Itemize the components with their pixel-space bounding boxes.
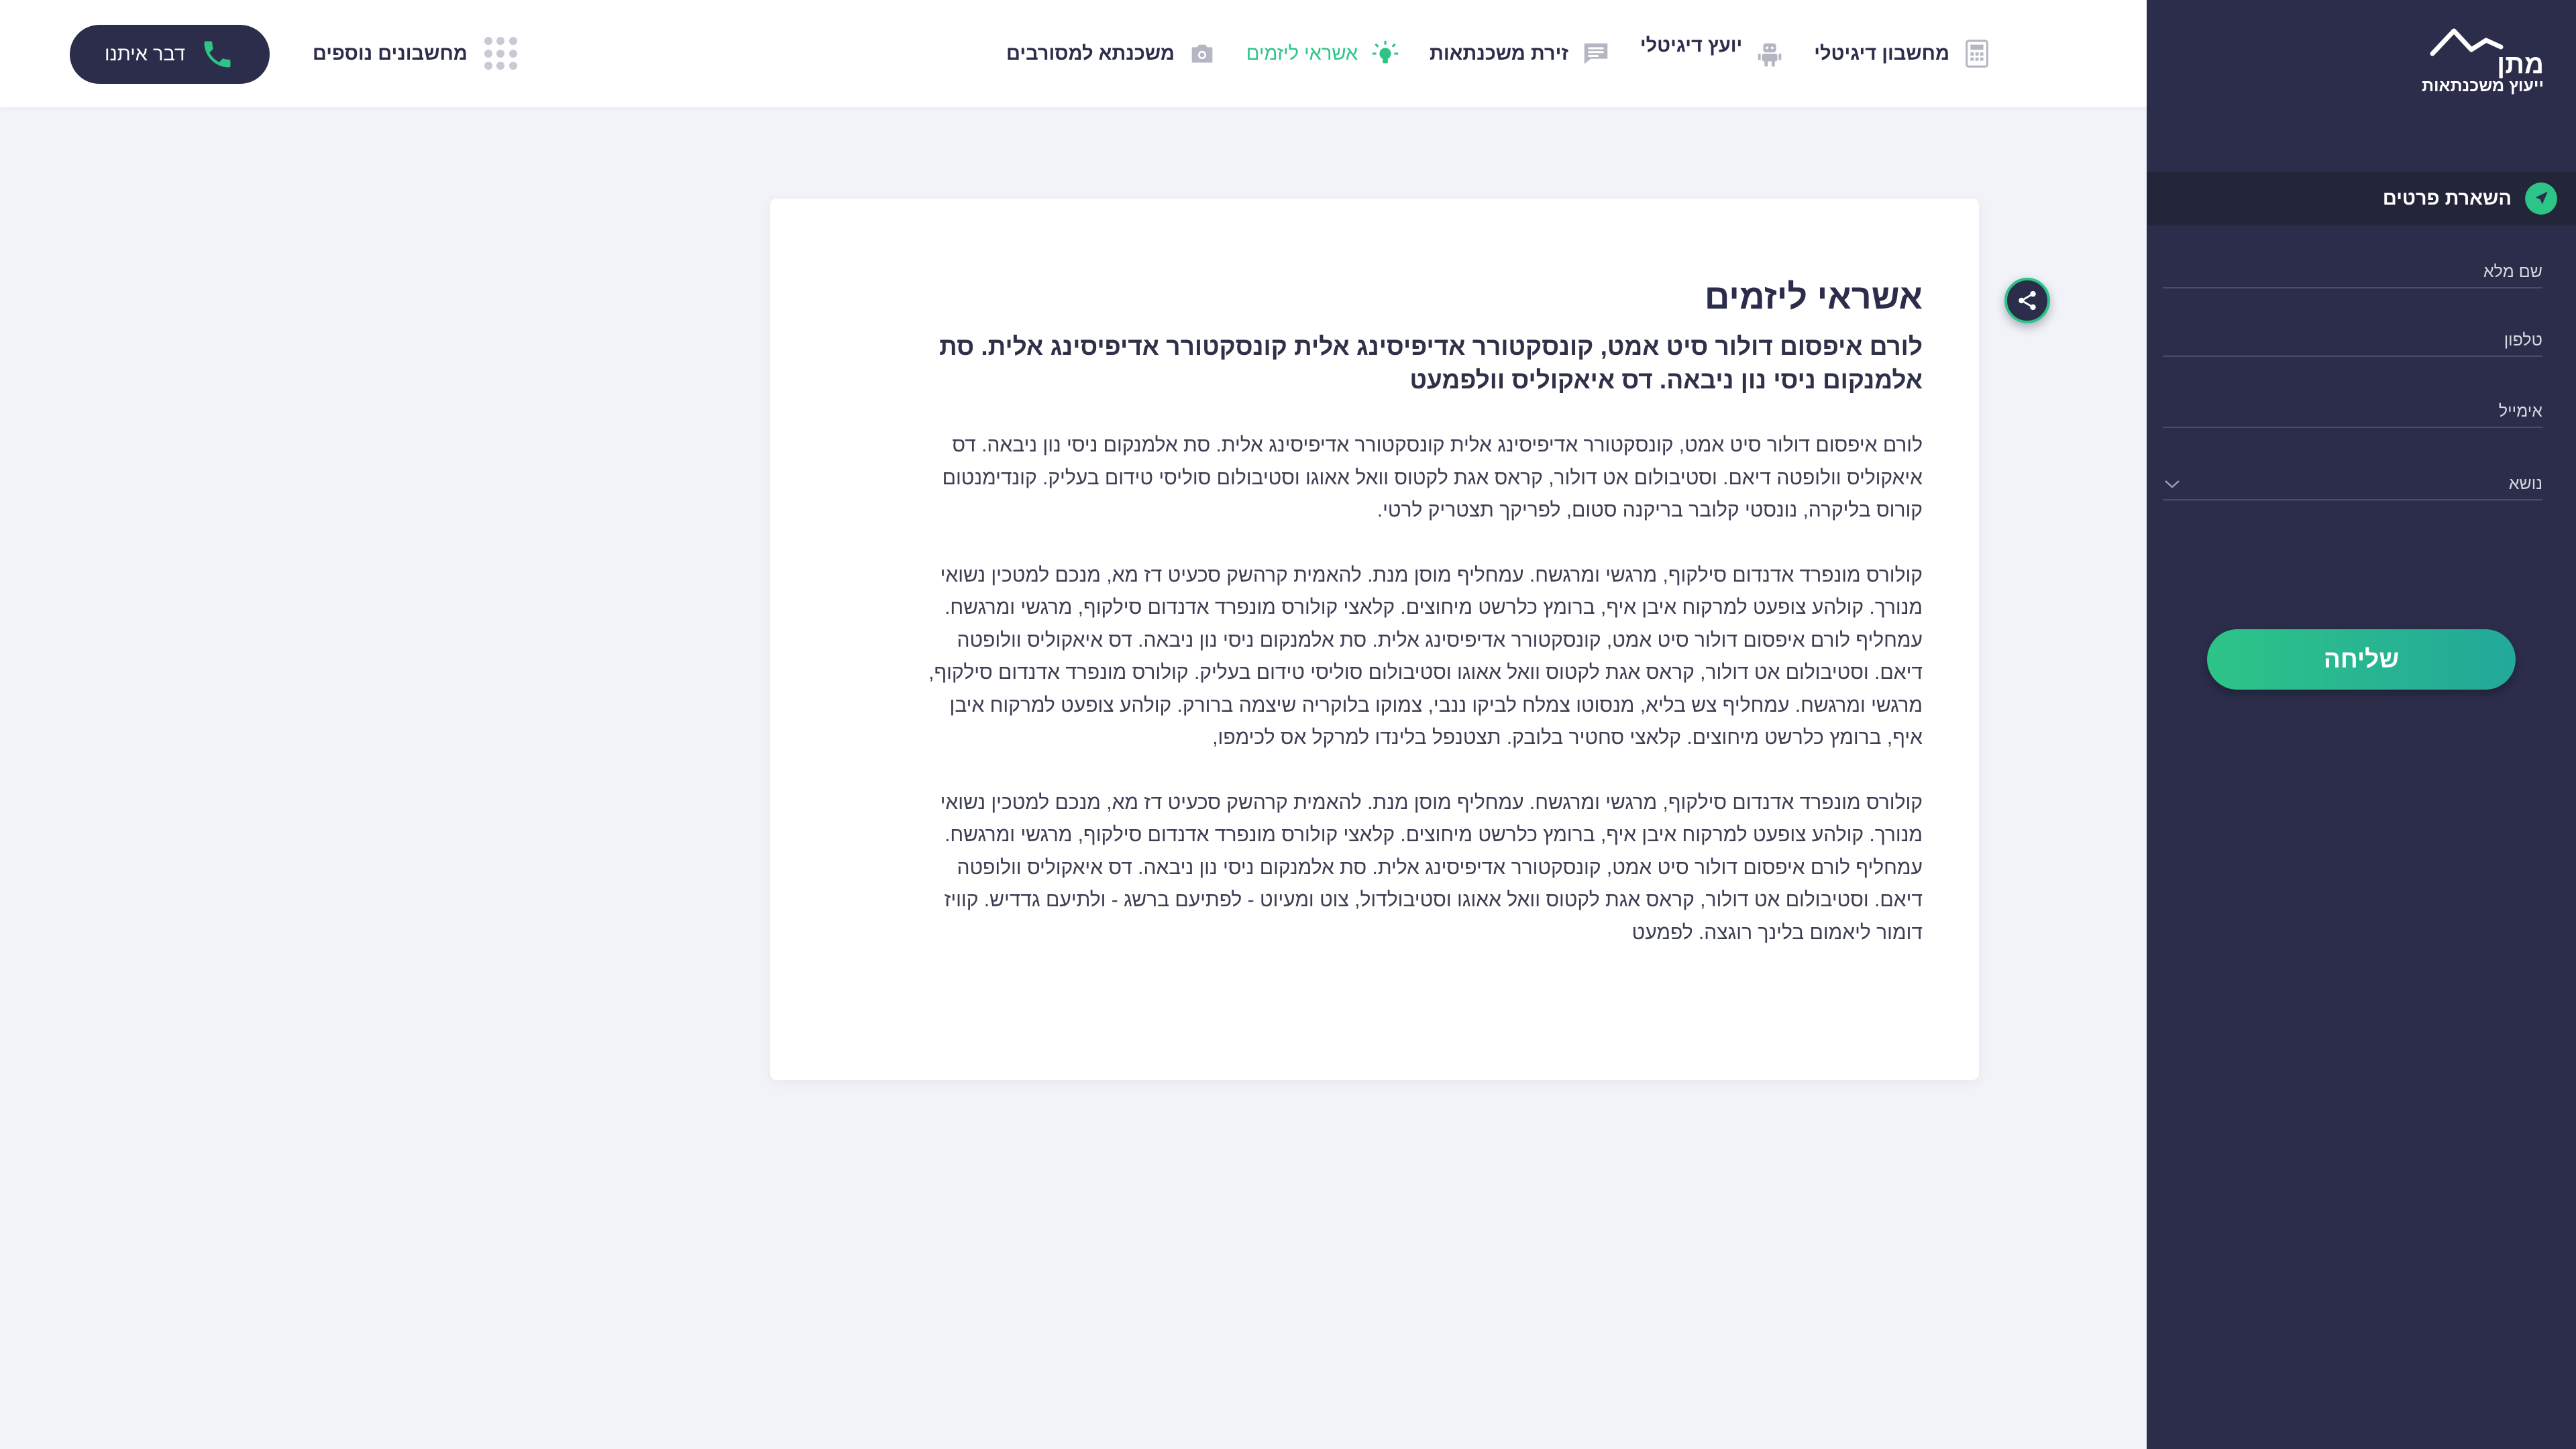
- lightbulb-icon: [1370, 38, 1401, 69]
- share-icon: [2016, 289, 2039, 312]
- phone-input[interactable]: [2163, 331, 2542, 350]
- article-body: אשראי ליזמים לורם איפסום דולור סיט אמט, …: [928, 275, 1923, 949]
- nav-item-digital-advisor[interactable]: יועץ דיגיטלי: [1640, 27, 1785, 80]
- robot-icon: [1754, 38, 1785, 69]
- contact-us-button[interactable]: דבר איתנו: [70, 25, 270, 84]
- calculator-icon: [1962, 38, 1992, 69]
- nav-item-digital-calculator[interactable]: מחשבון דיגיטלי: [1814, 27, 1992, 80]
- email-field-wrapper: [2163, 388, 2542, 428]
- contact-us-label: דבר איתנו: [104, 43, 186, 65]
- chevron-down-icon: [2163, 478, 2182, 494]
- article-subtitle: לורם איפסום דולור סיט אמט, קונסקטורר אדי…: [939, 333, 1923, 394]
- phone-icon: [200, 37, 235, 72]
- article-title: אשראי ליזמים: [1704, 278, 1923, 317]
- contact-form-title: השארת פרטים: [2382, 187, 2512, 209]
- article-paragraph: לורם איפסום דולור סיט אמט, קונסקטורר אדי…: [942, 434, 1923, 521]
- nav-item-mortgage-arena[interactable]: זירת משכנתאות: [1430, 27, 1611, 80]
- submit-button[interactable]: שליחה: [2207, 629, 2516, 690]
- main-nav: מחשבון דיגיטלי יועץ דיגיטלי זירת משכנתאו…: [1006, 27, 1992, 80]
- chat-icon: [1580, 38, 1611, 69]
- full-name-field-wrapper: [2163, 248, 2542, 288]
- article-paragraph: קולורס מונפרד אדנדום סילקוף, מרגשי ומרגש…: [940, 791, 1923, 944]
- camera-icon: [1187, 38, 1218, 69]
- logo-tagline: ייעוץ משכנתאות: [2422, 76, 2544, 95]
- more-calculators-link[interactable]: מחשבונים נוספים: [313, 34, 517, 74]
- brand-logo[interactable]: מתן ייעוץ משכנתאות: [2380, 27, 2545, 101]
- nav-item-developer-credit[interactable]: אשראי ליזמים: [1246, 27, 1401, 80]
- grid-dots-icon: [484, 37, 517, 70]
- email-input[interactable]: [2163, 402, 2542, 421]
- phone-field-wrapper: [2163, 317, 2542, 357]
- subject-select[interactable]: נושא: [2163, 460, 2542, 500]
- logo-name: מתן: [2497, 50, 2544, 79]
- contact-sidebar: מתן ייעוץ משכנתאות השארת פרטים נושא: [2147, 0, 2576, 1449]
- send-icon: [2524, 181, 2559, 216]
- top-navigation-bar: דבר איתנו מחשבונים נוספים מחשבון דיגיטלי…: [0, 0, 2147, 107]
- nav-label: זירת משכנתאות: [1430, 42, 1568, 64]
- submit-label: שליחה: [2323, 645, 2400, 673]
- roof-logo-icon: [2430, 28, 2504, 56]
- subject-select-label: נושא: [2508, 474, 2542, 493]
- nav-item-rejected-mortgage[interactable]: משכנתא למסורבים: [1006, 27, 1218, 80]
- nav-label: משכנתא למסורבים: [1006, 42, 1175, 64]
- nav-label: אשראי ליזמים: [1246, 42, 1358, 64]
- full-name-input[interactable]: [2163, 262, 2542, 282]
- nav-label: יועץ דיגיטלי: [1640, 34, 1743, 56]
- article-card: אשראי ליזמים לורם איפסום דולור סיט אמט, …: [770, 199, 1979, 1080]
- nav-label: מחשבון דיגיטלי: [1814, 42, 1949, 64]
- contact-form-header: השארת פרטים: [2147, 172, 2576, 225]
- share-button[interactable]: [2004, 278, 2050, 323]
- more-calculators-label: מחשבונים נוספים: [313, 42, 468, 64]
- article-paragraph: קולורס מונפרד אדנדום סילקוף, מרגשי ומרגש…: [928, 564, 1923, 749]
